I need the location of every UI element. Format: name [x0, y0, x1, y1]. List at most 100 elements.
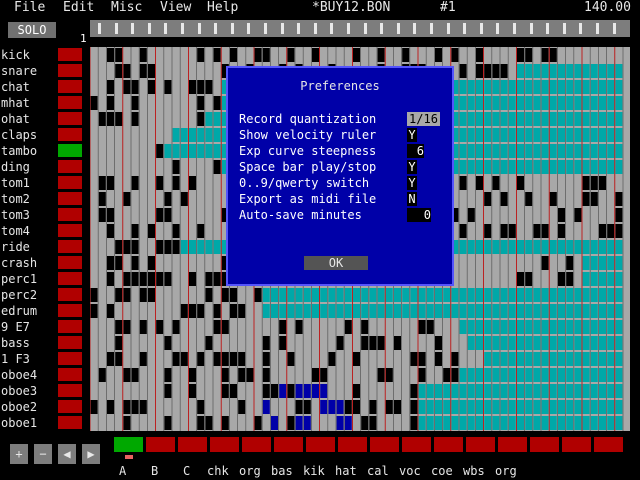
track-name[interactable]: 1 F3 — [1, 351, 57, 367]
track-name[interactable]: tambo — [1, 143, 57, 159]
tempo-display[interactable]: 140.00 — [584, 0, 631, 15]
track-name[interactable]: oboe3 — [1, 383, 57, 399]
pattern-label[interactable]: org — [495, 464, 517, 478]
pattern-label[interactable]: coe — [431, 464, 453, 478]
menu-file[interactable]: File — [14, 0, 45, 15]
ok-button[interactable]: OK — [304, 256, 368, 270]
menu-misc[interactable]: Misc — [111, 0, 142, 15]
track-name[interactable]: crash — [1, 255, 57, 271]
track-name[interactable]: tom2 — [1, 191, 57, 207]
track-toggle-button[interactable] — [58, 336, 82, 349]
track-toggle-button[interactable] — [58, 304, 82, 317]
pattern-label[interactable]: org — [239, 464, 261, 478]
pref-value-record-quantization[interactable]: 1/16 — [407, 112, 440, 126]
pattern-slot[interactable] — [370, 437, 399, 452]
add-pattern-button[interactable]: + — [10, 444, 28, 464]
pattern-slot[interactable] — [114, 437, 143, 452]
track-name[interactable]: perc2 — [1, 287, 57, 303]
pattern-label[interactable]: B — [151, 464, 158, 478]
pattern-slot[interactable] — [178, 437, 207, 452]
remove-pattern-button[interactable]: − — [34, 444, 52, 464]
track-toggle-button[interactable] — [58, 240, 82, 253]
scroll-right-button[interactable]: ▶ — [82, 444, 100, 464]
pattern-slot[interactable] — [562, 437, 591, 452]
track-toggle-button[interactable] — [58, 48, 82, 61]
pattern-slot[interactable] — [530, 437, 559, 452]
track-toggle-button[interactable] — [58, 272, 82, 285]
track-toggle-button[interactable] — [58, 320, 82, 333]
pattern-label[interactable]: A — [119, 464, 126, 478]
pattern-slot[interactable] — [434, 437, 463, 452]
track-toggle-button[interactable] — [58, 128, 82, 141]
pattern-label[interactable]: hat — [335, 464, 357, 478]
pattern-slot[interactable] — [338, 437, 367, 452]
pattern-slot[interactable] — [146, 437, 175, 452]
track-toggle-button[interactable] — [58, 256, 82, 269]
pattern-slot[interactable] — [274, 437, 303, 452]
track-name[interactable]: oboe4 — [1, 367, 57, 383]
pattern-slot[interactable] — [402, 437, 431, 452]
track-toggle-button[interactable] — [58, 400, 82, 413]
track-toggle-button[interactable] — [58, 224, 82, 237]
pattern-label[interactable]: C — [183, 464, 190, 478]
track-toggle-button[interactable] — [58, 384, 82, 397]
pref-value-show-velocity-ruler[interactable]: Y — [407, 128, 417, 142]
pattern-slot[interactable] — [594, 437, 623, 452]
track-toggle-button[interactable] — [58, 176, 82, 189]
track-toggle-button[interactable] — [58, 64, 82, 77]
track-toggle-button[interactable] — [58, 192, 82, 205]
pattern-slot[interactable] — [498, 437, 527, 452]
menu-edit[interactable]: Edit — [63, 0, 94, 15]
track-name[interactable]: tom3 — [1, 207, 57, 223]
step-cell — [402, 48, 410, 62]
pattern-label[interactable]: wbs — [463, 464, 485, 478]
pattern-label[interactable]: voc — [399, 464, 421, 478]
pattern-slot[interactable] — [306, 437, 335, 452]
track-name[interactable]: claps — [1, 127, 57, 143]
track-name[interactable]: edrum — [1, 303, 57, 319]
track-name[interactable]: bass — [1, 335, 57, 351]
step-cell — [230, 304, 237, 318]
track-toggle-button[interactable] — [58, 144, 82, 157]
step-cell — [336, 416, 344, 430]
pattern-slot[interactable] — [466, 437, 495, 452]
track-name[interactable]: ohat — [1, 111, 57, 127]
track-name[interactable]: chat — [1, 79, 57, 95]
solo-button[interactable]: SOLO — [8, 22, 56, 38]
pref-value-export-midi[interactable]: N — [407, 192, 417, 206]
pattern-label[interactable]: kik — [303, 464, 325, 478]
track-toggle-button[interactable] — [58, 416, 82, 429]
track-name[interactable]: ride — [1, 239, 57, 255]
pattern-slot[interactable] — [210, 437, 239, 452]
pattern-label[interactable]: chk — [207, 464, 229, 478]
track-toggle-button[interactable] — [58, 368, 82, 381]
track-toggle-button[interactable] — [58, 160, 82, 173]
track-toggle-button[interactable] — [58, 96, 82, 109]
track-name[interactable]: mhat — [1, 95, 57, 111]
track-name[interactable]: tom4 — [1, 223, 57, 239]
track-name[interactable]: oboe2 — [1, 399, 57, 415]
track-name[interactable]: kick — [1, 47, 57, 63]
pref-value-auto-save-minutes[interactable]: 0 — [407, 208, 431, 222]
track-toggle-button[interactable] — [58, 288, 82, 301]
track-name[interactable]: ding — [1, 159, 57, 175]
menu-help[interactable]: Help — [207, 0, 238, 15]
track-name[interactable]: snare — [1, 63, 57, 79]
timeline-ruler[interactable] — [90, 20, 630, 37]
track-name[interactable]: tom1 — [1, 175, 57, 191]
track-name[interactable]: 9 E7 — [1, 319, 57, 335]
pattern-label[interactable]: bas — [271, 464, 293, 478]
pref-value-space-bar-play-stop[interactable]: Y — [407, 160, 417, 174]
track-toggle-button[interactable] — [58, 352, 82, 365]
track-toggle-button[interactable] — [58, 208, 82, 221]
pattern-label[interactable]: cal — [367, 464, 389, 478]
pref-value-qwerty-switch[interactable]: Y — [407, 176, 417, 190]
track-name[interactable]: perc1 — [1, 271, 57, 287]
menu-view[interactable]: View — [160, 0, 191, 15]
scroll-left-button[interactable]: ◀ — [58, 444, 76, 464]
pattern-slot[interactable] — [242, 437, 271, 452]
track-toggle-button[interactable] — [58, 80, 82, 93]
pref-value-exp-curve-steepness[interactable]: 6 — [407, 144, 424, 158]
track-toggle-button[interactable] — [58, 112, 82, 125]
track-name[interactable]: oboe1 — [1, 415, 57, 431]
